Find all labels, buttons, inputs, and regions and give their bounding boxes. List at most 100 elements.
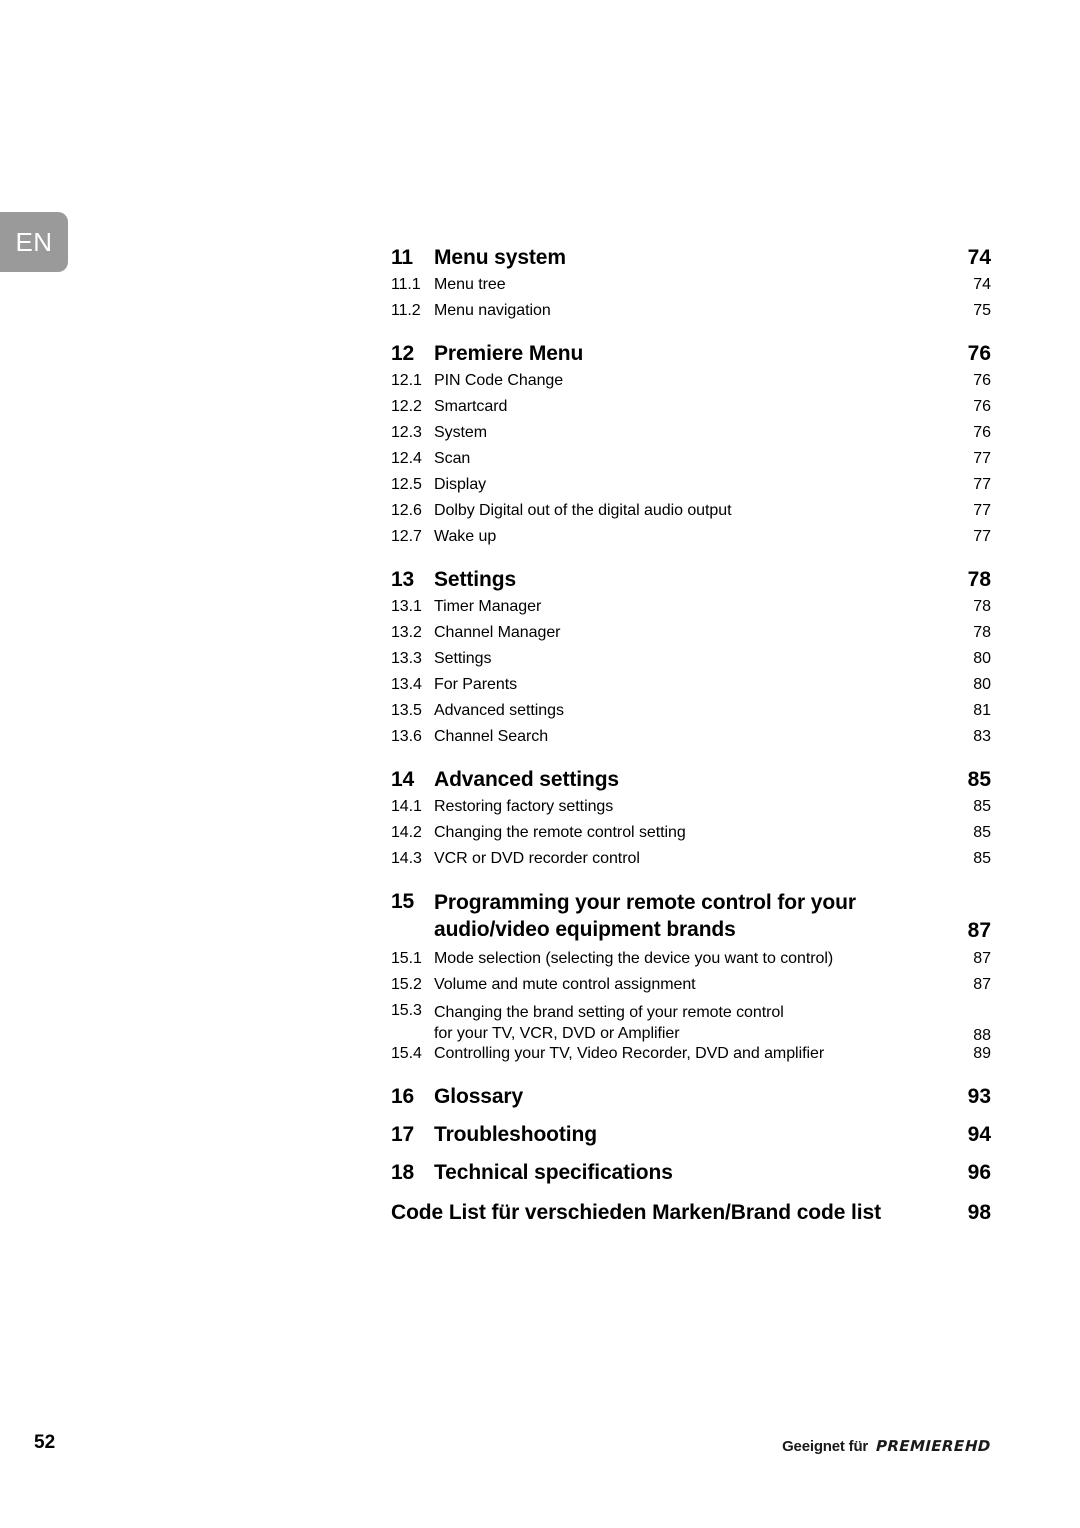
toc-row-15-4[interactable]: 15.4 Controlling your TV, Video Recorder,… <box>391 1045 991 1071</box>
toc-entry-title: Smartcard <box>434 398 508 415</box>
toc-entry-page: 76 <box>973 372 991 389</box>
toc-entry-number: 12.5 <box>391 476 422 493</box>
toc-entry-page: 85 <box>973 824 991 841</box>
toc-entry-number: 13.6 <box>391 728 422 745</box>
toc-entry-title: Restoring factory settings <box>434 798 614 815</box>
toc-entry-page: 77 <box>973 450 991 467</box>
brand-suffix: HD <box>964 1437 991 1455</box>
toc-entry-number: 14.2 <box>391 824 422 841</box>
toc-row-12-2[interactable]: 12.2 Smartcard 76 <box>391 398 991 424</box>
toc-entry-page: 74 <box>973 276 991 293</box>
toc-row-17[interactable]: 17 Troubleshooting 94 <box>391 1123 991 1147</box>
toc-entry-number: 16 <box>391 1084 414 1108</box>
toc-entry-page: 80 <box>973 676 991 693</box>
toc-row-13-3[interactable]: 13.3 Settings 80 <box>391 650 991 676</box>
brand-prefix: Geeignet für <box>782 1438 869 1455</box>
toc-entry-number: 12.2 <box>391 398 422 415</box>
toc-entry-title: Changing the brand setting of your remot… <box>434 1002 957 1045</box>
toc-entry-number: 13.4 <box>391 676 422 693</box>
toc-row-12[interactable]: 12 Premiere Menu 76 <box>391 342 991 366</box>
toc-entry-page: 77 <box>973 528 991 545</box>
toc-entry-number: 12.7 <box>391 528 422 545</box>
toc-entry-title: Mode selection (selecting the device you… <box>434 949 834 967</box>
toc-entry-title: Wake up <box>434 528 497 545</box>
toc-row-11-1[interactable]: 11.1 Menu tree 74 <box>391 276 991 302</box>
toc-entry-number: 13 <box>391 568 414 591</box>
toc-entry-page: 78 <box>973 598 991 615</box>
toc-entry-page: 94 <box>967 1122 991 1146</box>
toc-entry-title-line1: Programming your remote control for your <box>434 891 856 914</box>
toc-entry-page: 85 <box>967 768 991 791</box>
toc-row-13-6[interactable]: 13.6 Channel Search 83 <box>391 728 991 754</box>
toc-row-14-1[interactable]: 14.1 Restoring factory settings 85 <box>391 798 991 824</box>
toc-row-15-2[interactable]: 15.2 Volume and mute control assignment 87 <box>391 976 991 1002</box>
toc-entry-page: 89 <box>973 1044 991 1062</box>
toc-entry-title: Volume and mute control assignment <box>434 975 696 993</box>
toc-entry-title: Advanced settings <box>434 702 564 719</box>
toc-entry-number: 14.3 <box>391 850 422 867</box>
toc-row-12-7[interactable]: 12.7 Wake up 77 <box>391 528 991 554</box>
page-number: 52 <box>34 1432 56 1453</box>
toc-row-14[interactable]: 14 Advanced settings 85 <box>391 768 991 792</box>
toc-entry-page: 78 <box>967 568 991 591</box>
toc-entry-page: 85 <box>973 850 991 867</box>
toc-entry-title: VCR or DVD recorder control <box>434 850 640 867</box>
toc-row-12-6[interactable]: 12.6 Dolby Digital out of the digital aud… <box>391 502 991 528</box>
language-tab-label: EN <box>15 227 53 257</box>
toc-entry-number: 15.3 <box>391 1001 422 1019</box>
toc-row-13-5[interactable]: 13.5 Advanced settings 81 <box>391 702 991 728</box>
toc-entry-number: 15.1 <box>391 949 422 967</box>
toc-entry-title: Channel Manager <box>434 624 561 641</box>
toc-entry-page: 76 <box>967 342 991 365</box>
toc-row-11-2[interactable]: 11.2 Menu navigation 75 <box>391 302 991 328</box>
toc-entry-number: 12.6 <box>391 502 422 519</box>
toc-row-12-4[interactable]: 12.4 Scan 77 <box>391 450 991 476</box>
toc-entry-number: 14.1 <box>391 798 422 815</box>
toc-row-18[interactable]: 18 Technical specifications 96 <box>391 1161 991 1185</box>
toc-entry-title: Menu system <box>434 246 566 269</box>
brand-logo: Geeignet für PREMIERE HD <box>782 1437 990 1455</box>
toc-entry-title: Controlling your TV, Video Recorder, DVD… <box>434 1044 825 1062</box>
toc-row-15[interactable]: 15 Programming your remote control for yo… <box>391 890 991 944</box>
toc-row-12-3[interactable]: 12.3 System 76 <box>391 424 991 450</box>
toc-entry-page: 75 <box>973 302 991 319</box>
toc-entry-title: Troubleshooting <box>434 1122 597 1146</box>
toc-row-13-2[interactable]: 13.2 Channel Manager 78 <box>391 624 991 650</box>
toc-row-11[interactable]: 11 Menu system 74 <box>391 246 991 270</box>
toc-row-13-1[interactable]: 13.1 Timer Manager 78 <box>391 598 991 624</box>
toc-entry-page: 83 <box>973 728 991 745</box>
toc-entry-page: 87 <box>973 975 991 993</box>
toc-entry-number: 15 <box>391 890 414 913</box>
language-tab: EN <box>0 212 68 272</box>
toc-entry-page: 81 <box>973 702 991 719</box>
toc-row-14-3[interactable]: 14.3 VCR or DVD recorder control 85 <box>391 850 991 876</box>
toc-entry-page: 88 <box>973 1026 991 1044</box>
toc-entry-title: Glossary <box>434 1084 524 1108</box>
toc-row-16[interactable]: 16 Glossary 93 <box>391 1085 991 1109</box>
toc-row-14-2[interactable]: 14.2 Changing the remote control setting 8… <box>391 824 991 850</box>
toc-entry-page: 77 <box>973 502 991 519</box>
toc-entry-number: 12 <box>391 342 414 365</box>
toc-row-plain[interactable]: Code List für verschieden Marken/Brand c… <box>391 1201 991 1225</box>
toc-row-12-1[interactable]: 12.1 PIN Code Change 76 <box>391 372 991 398</box>
toc-entry-page: 98 <box>967 1200 991 1224</box>
toc-row-15-3[interactable]: 15.3 Changing the brand setting of your r… <box>391 1002 991 1045</box>
toc-entry-number: 12.4 <box>391 450 422 467</box>
toc-row-13-4[interactable]: 13.4 For Parents 80 <box>391 676 991 702</box>
brand-wordmark: PREMIERE <box>875 1437 965 1455</box>
toc-entry-page: 76 <box>973 398 991 415</box>
toc-entry-title: Dolby Digital out of the digital audio o… <box>434 502 732 519</box>
toc-row-15-1[interactable]: 15.1 Mode selection (selecting the device… <box>391 950 991 976</box>
toc-entry-number: 15.2 <box>391 975 422 993</box>
toc-entry-title: Menu tree <box>434 276 506 293</box>
toc-entry-number: 14 <box>391 768 414 791</box>
toc-entry-title-line2: for your TV, VCR, DVD or Amplifier <box>434 1025 680 1043</box>
toc-entry-page: 87 <box>967 918 991 942</box>
toc-entry-page: 77 <box>973 476 991 493</box>
toc-entry-title-line1: Changing the brand setting of your remot… <box>434 1003 784 1021</box>
toc-row-13[interactable]: 13 Settings 78 <box>391 568 991 592</box>
toc-entry-title: Code List für verschieden Marken/Brand c… <box>391 1200 881 1224</box>
toc-row-12-5[interactable]: 12.5 Display 77 <box>391 476 991 502</box>
toc-entry-number: 11.1 <box>391 276 421 293</box>
toc-entry-number: 13.3 <box>391 650 422 667</box>
